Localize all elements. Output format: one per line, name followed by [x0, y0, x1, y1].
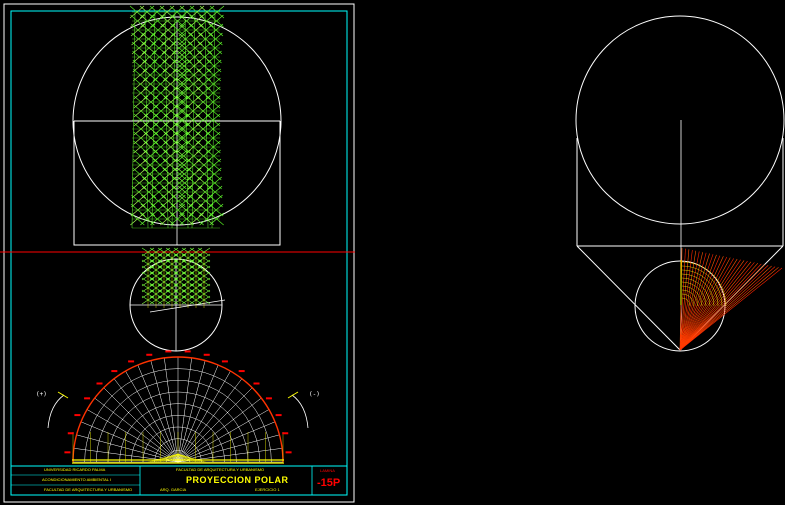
course-name: ACONDICIONAMIENTO AMBIENTAL I — [42, 477, 112, 482]
polar-projection — [64, 350, 292, 464]
section-view — [575, 15, 785, 352]
sheet-number: -15P — [317, 477, 341, 489]
sheet-label: LAMINA — [320, 468, 335, 473]
author-label: ARQ. GARCIA — [160, 487, 187, 492]
left-sign-label: (+) — [36, 391, 47, 398]
drawing-title: PROYECCION POLAR — [186, 475, 289, 485]
right-indicator — [287, 391, 309, 429]
left-indicator — [47, 391, 69, 429]
university-name: UNIVERSIDAD RICARDO PALMA — [44, 467, 106, 472]
subject-line: EJERCICIO 1 — [255, 487, 280, 492]
faculty-line: FACULTAD DE ARQUITECTURA Y URBANISMO — [44, 487, 133, 492]
cad-drawing-canvas[interactable] — [0, 0, 785, 505]
right-sign-label: (-) — [309, 391, 320, 398]
header-line: FACULTAD DE ARQUITECTURA Y URBANISMO — [176, 467, 265, 472]
